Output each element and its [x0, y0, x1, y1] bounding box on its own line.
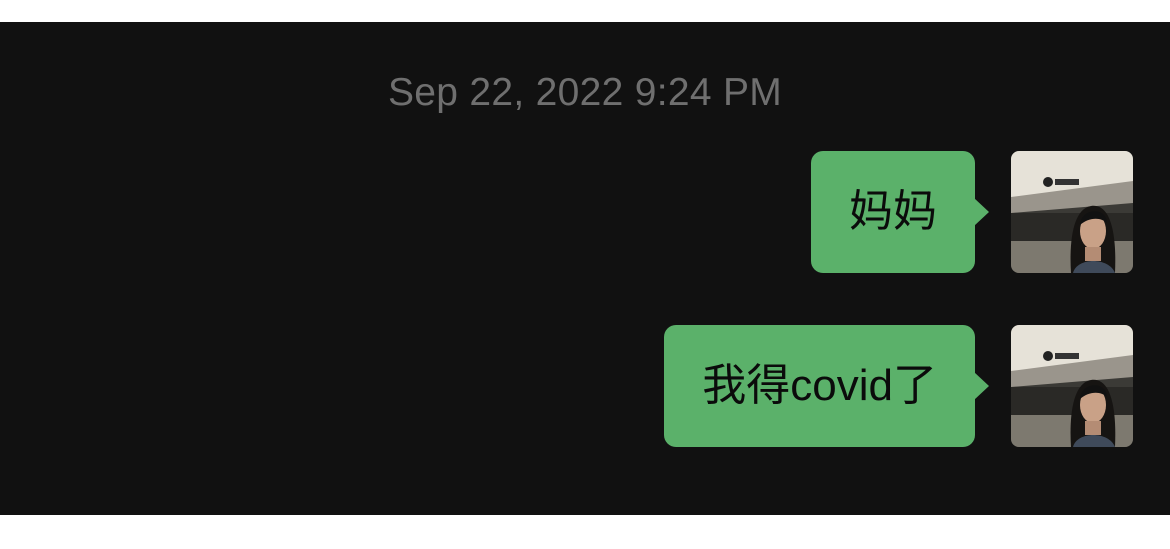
message-timestamp: Sep 22, 2022 9:24 PM	[387, 71, 783, 114]
user-avatar-icon[interactable]	[1011, 325, 1133, 447]
message-bubble[interactable]: 妈妈	[811, 151, 989, 273]
message-bubble[interactable]: 我得covid了	[664, 325, 989, 447]
chat-panel[interactable]: Sep 22, 2022 9:24 PM 妈妈 我得covid了	[0, 22, 1170, 515]
user-avatar-icon[interactable]	[1011, 151, 1133, 273]
